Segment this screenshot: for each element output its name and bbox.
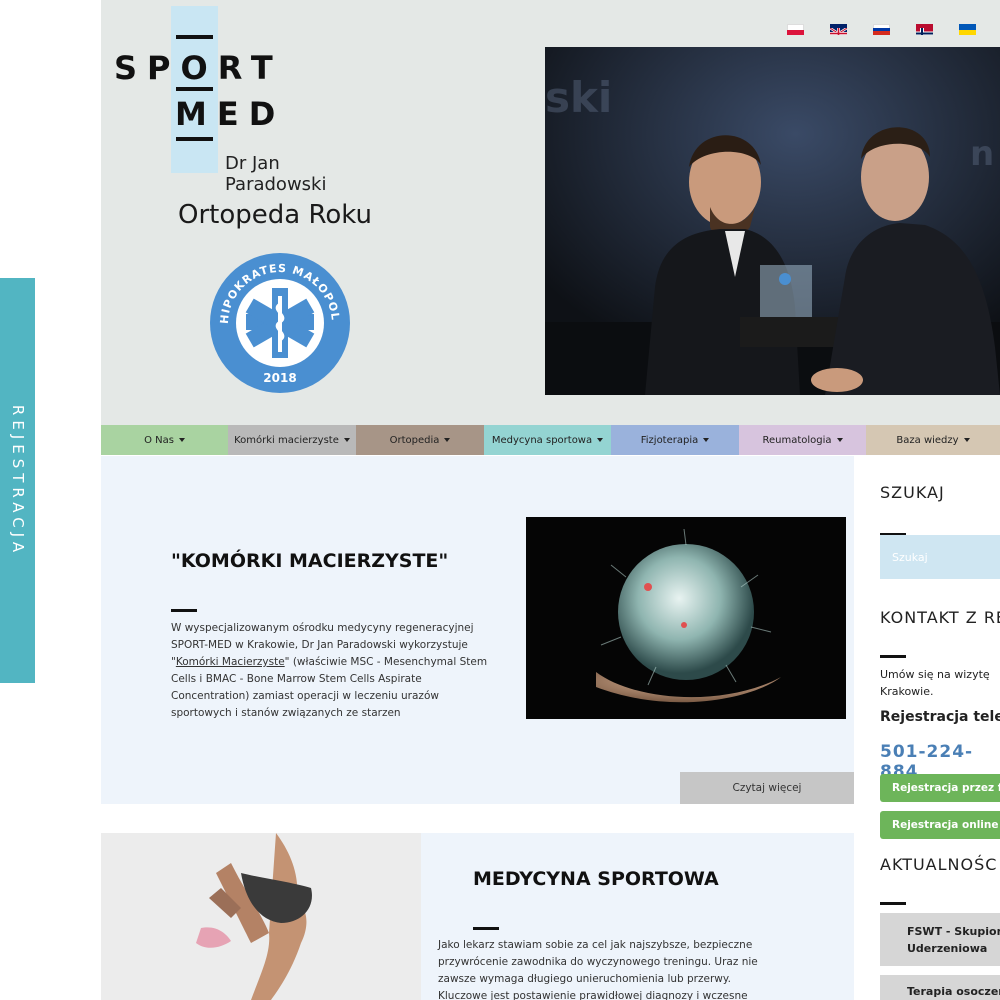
main-nav: O Nas Komórki macierzyste Ortopedia Medy…: [101, 425, 1000, 455]
sports-medicine-title: MEDYCYNA SPORTOWA: [473, 868, 719, 890]
text-line: przywrócenie zawodnika do wyczynowego tr…: [438, 956, 758, 968]
news-item[interactable]: FSWT - Skupion Uderzeniowa: [880, 913, 1000, 966]
text-line: zawsze wymaga długiego unieruchomienia l…: [438, 973, 731, 985]
caret-down-icon: [963, 438, 970, 442]
nav-item-fizjoterapia[interactable]: Fizjoterapia: [611, 425, 739, 455]
nav-item-label: Medycyna sportowa: [491, 434, 593, 446]
svg-text:n: n: [970, 134, 994, 174]
norwegian-flag-icon[interactable]: [916, 24, 933, 35]
award-title: Ortopeda Roku: [178, 200, 372, 230]
registration-side-tab[interactable]: REJESTRACJA: [0, 278, 35, 683]
text-line: "Komórki Macierzyste" (właściwie MSC - M…: [171, 656, 488, 668]
heading-divider: [880, 655, 906, 658]
form-registration-button[interactable]: Rejestracja przez form: [880, 774, 1000, 802]
caret-down-icon: [836, 438, 843, 442]
logo-rule-top: [176, 35, 213, 39]
nav-item-label: Komórki macierzyste: [234, 434, 339, 446]
online-registration-button[interactable]: Rejestracja online: [880, 811, 1000, 839]
doctor-name: Dr Jan Paradowski: [225, 153, 327, 195]
caret-down-icon: [444, 438, 451, 442]
logo-line2: MED: [175, 95, 286, 133]
search-input[interactable]: [880, 535, 1000, 579]
stem-cells-title: "KOMÓRKI MACIERZYSTE": [171, 550, 449, 572]
caret-down-icon: [703, 438, 710, 442]
text-line: SPORT-MED w Krakowie, Dr Jan Paradowski …: [171, 639, 468, 651]
text-line: W wyspecjalizowanym ośrodku medycyny reg…: [171, 622, 474, 634]
ukrainian-flag-icon[interactable]: [959, 24, 976, 35]
nav-item-medycyna-sportowa[interactable]: Medycyna sportowa: [484, 425, 611, 455]
svg-text:ski: ski: [545, 73, 612, 122]
search-heading: SZUKAJ: [880, 483, 945, 502]
caret-down-icon: [597, 438, 604, 442]
news-item[interactable]: Terapia osoczem: [880, 975, 1000, 1000]
logo-rule-mid: [176, 87, 213, 91]
language-switcher: [787, 24, 976, 35]
caret-down-icon: [343, 438, 350, 442]
nav-item-label: Reumatologia: [762, 434, 832, 446]
stem-cells-text: W wyspecjalizowanym ośrodku medycyny reg…: [171, 620, 511, 722]
title-divider: [171, 609, 197, 612]
title-divider: [473, 927, 499, 930]
text-line: sportowych i stanów związanych ze starze…: [171, 707, 401, 719]
caret-down-icon: [178, 438, 185, 442]
text-line: Kluczowe jest postawienie prawidłowej di…: [438, 990, 748, 1000]
stem-cell-image: [526, 517, 846, 719]
contact-text: Umów się na wizytę Krakowie.: [880, 668, 990, 698]
contact-heading: KONTAKT Z RE: [880, 608, 1000, 627]
heading-divider: [880, 902, 906, 905]
nav-item-komorki-macierzyste[interactable]: Komórki macierzyste: [228, 425, 356, 455]
text-line: Cells i BMAC - Bone Marrow Stem Cells As…: [171, 673, 422, 685]
hipokrates-seal-icon: HIPOKRATES MAŁOPOLSKI 2018: [208, 252, 350, 393]
nav-item-label: Baza wiedzy: [896, 434, 959, 446]
nav-item-baza-wiedzy[interactable]: Baza wiedzy: [866, 425, 1000, 455]
text-line: Jako lekarz stawiam sobie za cel jak naj…: [438, 939, 753, 951]
stem-cells-link[interactable]: Komórki Macierzyste: [176, 656, 285, 668]
registration-side-tab-label: REJESTRACJA: [8, 404, 27, 557]
text-line: Concentration) zamiast operacji w leczen…: [171, 690, 439, 702]
nav-item-label: Fizjoterapia: [640, 434, 699, 446]
award-ceremony-photo: ski n: [545, 47, 1000, 395]
nav-item-ortopedia[interactable]: Ortopedia: [356, 425, 484, 455]
logo-line1: SPORT: [114, 49, 283, 87]
logo-rule-bottom: [176, 137, 213, 141]
athlete-image: [101, 833, 421, 1000]
nav-item-label: Ortopedia: [389, 434, 440, 446]
nav-item-o-nas[interactable]: O Nas: [101, 425, 228, 455]
sports-medicine-text: Jako lekarz stawiam sobie za cel jak naj…: [438, 937, 798, 1000]
seal-year: 2018: [263, 371, 296, 385]
nav-item-reumatologia[interactable]: Reumatologia: [739, 425, 866, 455]
nav-item-label: O Nas: [144, 434, 174, 446]
phone-registration-label: Rejestracja tele: [880, 709, 1000, 725]
russian-flag-icon[interactable]: [873, 24, 890, 35]
polish-flag-icon[interactable]: [787, 24, 804, 35]
page: REJESTRACJA SPORT MED Dr Jan Paradowski …: [0, 0, 1000, 1000]
read-more-button[interactable]: Czytaj więcej: [680, 772, 854, 804]
news-heading: AKTUALNOŚC: [880, 855, 998, 874]
english-flag-icon[interactable]: [830, 24, 847, 35]
